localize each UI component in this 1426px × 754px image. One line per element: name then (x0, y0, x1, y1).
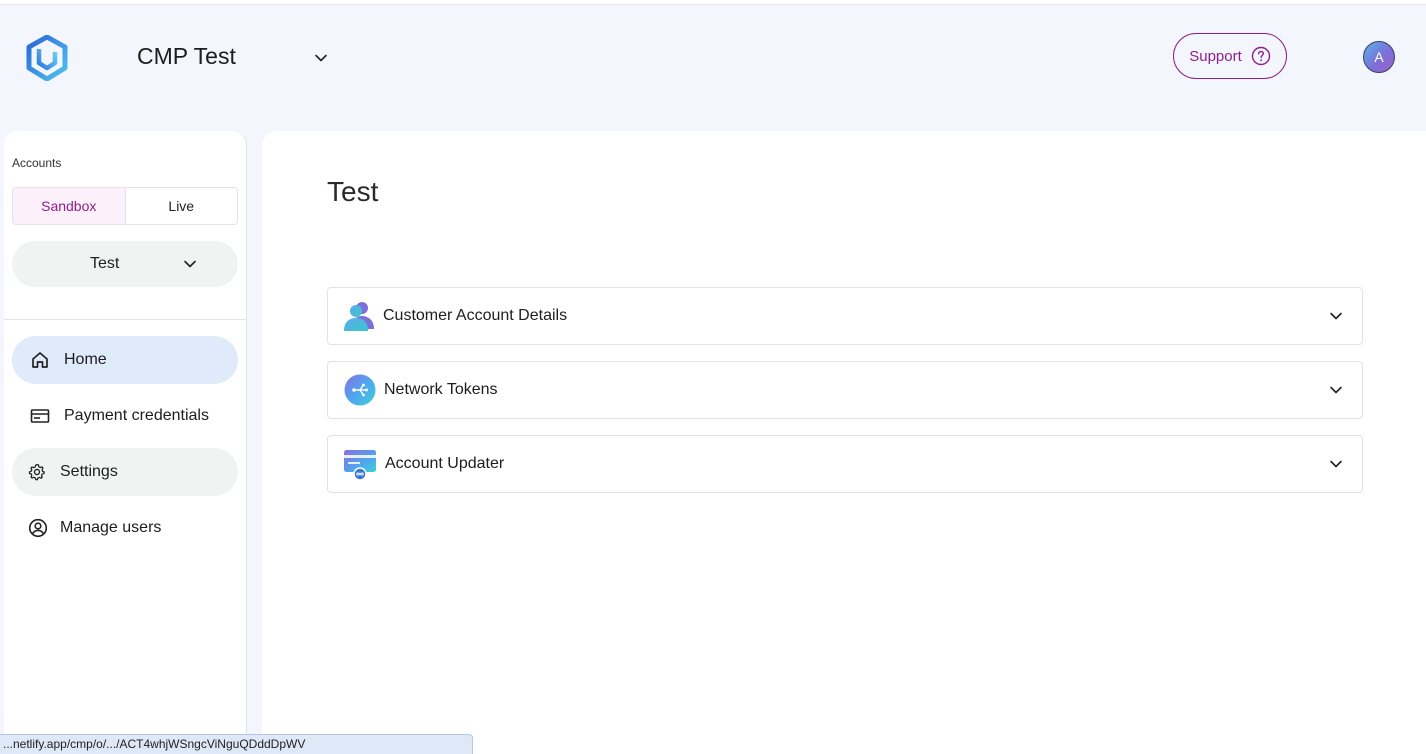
network-token-icon (344, 374, 376, 406)
user-circle-icon (28, 518, 48, 538)
chevron-down-icon (1330, 386, 1342, 394)
sidebar-item-label: Settings (60, 463, 118, 480)
panel-account-updater[interactable]: Account Updater (327, 435, 1363, 493)
panel-customer-account-details[interactable]: Customer Account Details (327, 287, 1363, 345)
chevron-down-icon (1330, 460, 1342, 468)
page-title: Test (327, 176, 379, 207)
customer-account-icon (344, 302, 374, 331)
account-select[interactable]: Test (12, 241, 238, 287)
sidebar-item-label: Manage users (60, 519, 162, 536)
gear-icon (28, 463, 45, 481)
sidebar-divider (4, 319, 246, 320)
sidebar-item-label: Home (64, 351, 107, 368)
logo-icon[interactable] (26, 35, 68, 81)
chevron-down-icon (184, 260, 196, 268)
panel-label: Customer Account Details (383, 307, 568, 324)
chevron-down-icon (1330, 312, 1342, 320)
support-button-label: Support (1189, 47, 1242, 65)
org-switcher-chevron-down-icon[interactable] (312, 49, 330, 67)
panel-network-tokens[interactable]: Network Tokens (327, 361, 1363, 419)
sidebar-item-settings[interactable]: Settings (12, 448, 238, 496)
browser-status-url: ...netlify.app/cmp/o/.../ACT4whjWSngcViN… (0, 734, 473, 754)
help-circle-icon (1251, 46, 1270, 66)
account-updater-icon (344, 450, 376, 481)
sidebar-item-manage-users[interactable]: Manage users (12, 504, 238, 552)
main-content: Test Customer Account Details Network To… (262, 131, 1426, 754)
panel-label: Account Updater (385, 455, 505, 472)
org-title: CMP Test (137, 43, 236, 69)
panel-label: Network Tokens (384, 381, 498, 398)
home-icon (32, 352, 48, 368)
sidebar-item-payment-credentials[interactable]: Payment credentials (12, 392, 238, 440)
user-avatar[interactable]: A (1363, 41, 1395, 73)
environment-toggle: Sandbox Live (12, 187, 238, 225)
env-option-sandbox[interactable]: Sandbox (13, 188, 126, 224)
support-button[interactable]: Support (1173, 33, 1287, 79)
sidebar: Accounts Sandbox Live Test Home Payment … (4, 131, 247, 754)
accounts-label: Accounts (12, 156, 62, 170)
app-window: CMP Test Support A Accounts Sandbox Live… (0, 4, 1426, 754)
credit-card-icon (30, 409, 50, 423)
sidebar-item-label: Payment credentials (64, 407, 209, 424)
env-option-live[interactable]: Live (126, 188, 238, 224)
account-select-value: Test (90, 255, 120, 272)
sidebar-item-home[interactable]: Home (12, 336, 238, 384)
